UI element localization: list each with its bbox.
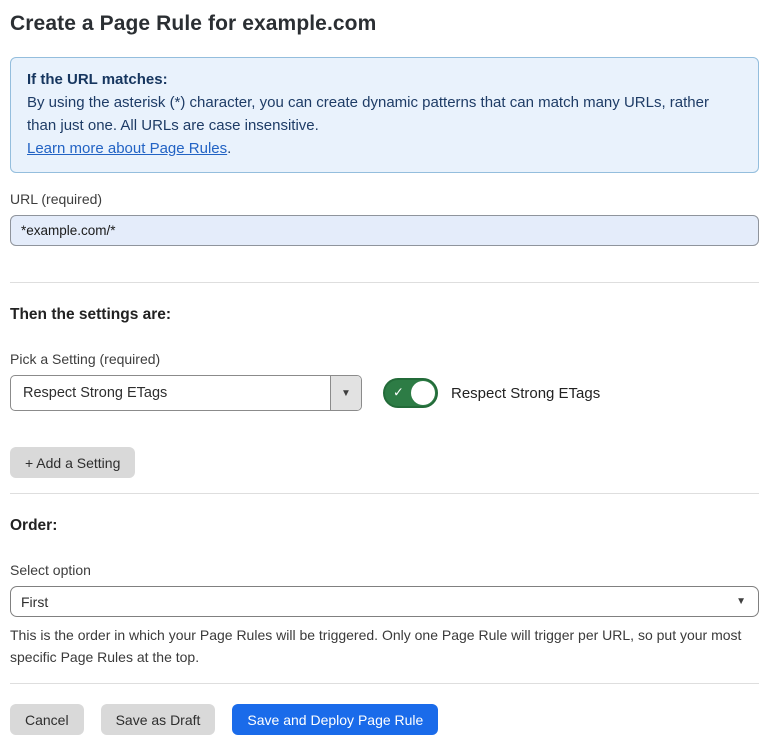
order-select-label: Select option	[10, 562, 759, 578]
order-dropdown[interactable]: First ▼	[10, 586, 759, 617]
toggle-label: Respect Strong ETags	[451, 385, 600, 402]
check-icon: ✓	[393, 385, 404, 401]
divider	[10, 683, 759, 684]
info-box-link-line: Learn more about Page Rules.	[27, 137, 742, 160]
setting-row: Respect Strong ETags ▼ ✓ Respect Strong …	[10, 375, 759, 411]
chevron-down-icon: ▼	[341, 388, 351, 399]
form-actions: Cancel Save as Draft Save and Deploy Pag…	[10, 704, 759, 735]
order-dropdown-value: First	[21, 594, 48, 610]
cancel-button[interactable]: Cancel	[10, 704, 84, 735]
url-label: URL (required)	[10, 191, 759, 207]
url-input[interactable]	[10, 215, 759, 246]
add-setting-button[interactable]: + Add a Setting	[10, 447, 135, 478]
divider	[10, 282, 759, 283]
setting-dropdown-button[interactable]: ▼	[330, 376, 361, 410]
create-page-rule-form: Create a Page Rule for example.com If th…	[0, 0, 769, 735]
settings-heading: Then the settings are:	[10, 306, 759, 324]
toggle-knob	[411, 381, 435, 405]
order-heading: Order:	[10, 517, 759, 535]
page-title: Create a Page Rule for example.com	[10, 12, 759, 36]
setting-dropdown[interactable]: Respect Strong ETags ▼	[10, 375, 362, 411]
divider	[10, 493, 759, 494]
learn-more-link[interactable]: Learn more about Page Rules	[27, 140, 227, 157]
info-box-body: By using the asterisk (*) character, you…	[27, 91, 742, 137]
save-draft-button[interactable]: Save as Draft	[101, 704, 216, 735]
etags-toggle[interactable]: ✓	[383, 378, 438, 408]
chevron-down-icon: ▼	[736, 596, 746, 607]
info-box-heading: If the URL matches:	[27, 68, 742, 91]
link-period: .	[227, 140, 231, 157]
save-deploy-button[interactable]: Save and Deploy Page Rule	[232, 704, 438, 735]
pick-setting-label: Pick a Setting (required)	[10, 351, 759, 367]
url-match-info-box: If the URL matches: By using the asteris…	[10, 57, 759, 173]
order-description: This is the order in which your Page Rul…	[10, 624, 759, 668]
setting-dropdown-value: Respect Strong ETags	[11, 376, 330, 410]
